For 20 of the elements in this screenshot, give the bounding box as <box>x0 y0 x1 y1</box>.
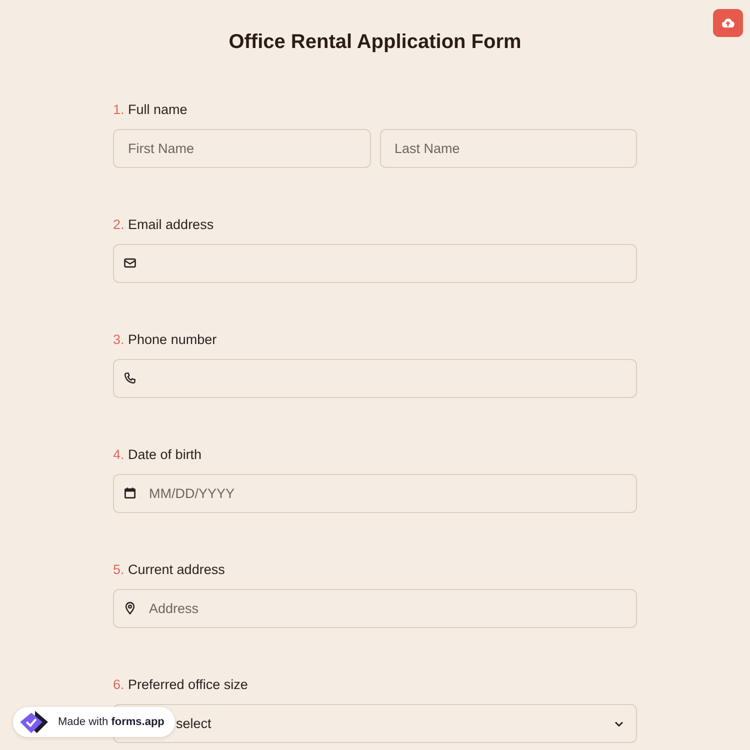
calendar-icon <box>123 486 137 500</box>
logo-icon <box>20 709 50 735</box>
phone-icon <box>123 371 137 385</box>
question-label: 6. Preferred office size <box>113 676 248 694</box>
input-field[interactable]: Last Name <box>380 129 637 168</box>
question-label: 4. Date of birth <box>113 446 202 464</box>
input-field[interactable] <box>113 359 637 398</box>
question-label: 5. Current address <box>113 561 225 579</box>
question-label: 3. Phone number <box>113 331 217 349</box>
input-field[interactable] <box>113 244 637 283</box>
upload-button[interactable] <box>713 9 743 37</box>
input-field[interactable]: MM/DD/YYYY <box>113 474 637 513</box>
location-pin-icon <box>123 601 137 615</box>
input-field[interactable]: First Name <box>113 129 370 168</box>
email-icon <box>123 256 137 270</box>
question-label: 1. Full name <box>113 101 188 119</box>
input-field[interactable]: Address <box>113 589 637 628</box>
made-with-badge[interactable]: Made with forms.app <box>13 707 176 737</box>
question-label: 2. Email address <box>113 216 214 234</box>
form-title: Office Rental Application Form <box>228 30 522 55</box>
